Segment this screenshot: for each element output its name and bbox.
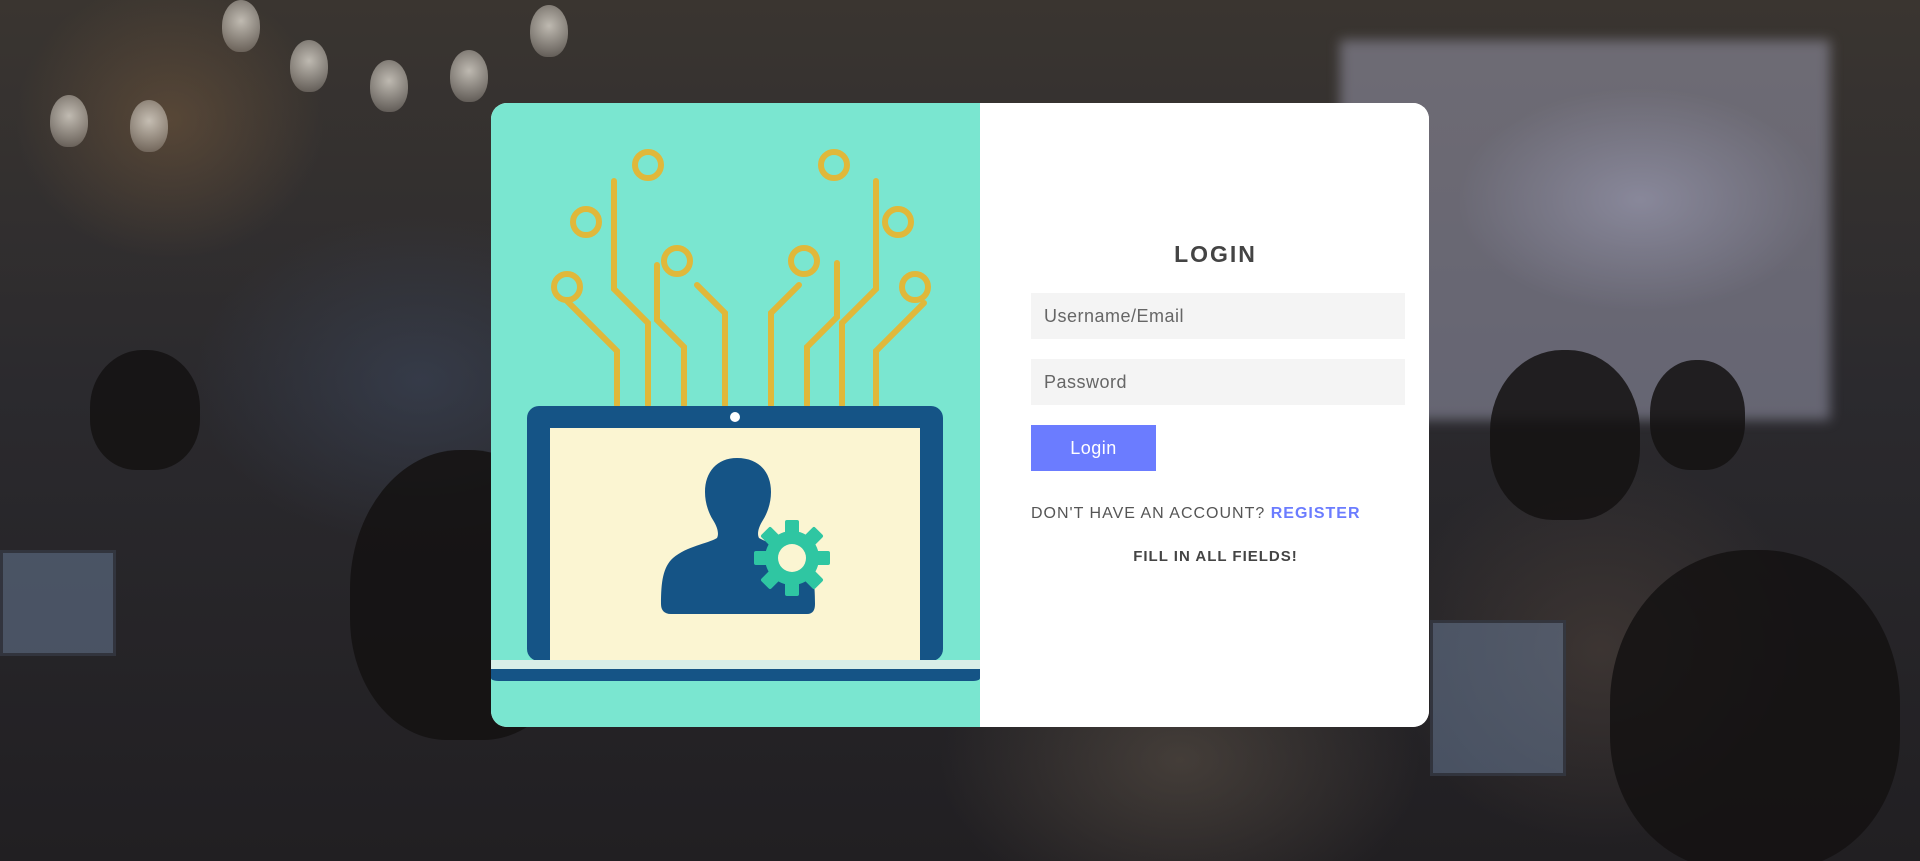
login-title: LOGIN — [1174, 241, 1257, 267]
illustration-panel — [491, 103, 980, 727]
circuit-node — [551, 271, 583, 303]
audience-laptop — [0, 550, 116, 656]
light-bulb — [130, 100, 168, 152]
circuit-trace — [873, 300, 927, 408]
circuit-node — [570, 206, 602, 238]
laptop-user-settings-illustration — [491, 149, 980, 681]
audience-head — [1650, 360, 1745, 470]
login-card: LOGIN Login DON'T HAVE AN ACCOUNT? REGIS… — [491, 103, 1429, 727]
light-bulb — [290, 40, 328, 92]
light-bulb — [222, 0, 260, 52]
status-message: FILL IN ALL FIELDS! — [1133, 548, 1298, 565]
register-link[interactable]: REGISTER — [1271, 505, 1361, 522]
audience-head — [1610, 550, 1900, 861]
circuit-node — [882, 206, 914, 238]
login-button[interactable]: Login — [1031, 425, 1156, 471]
light-bulb — [370, 60, 408, 112]
no-account-text: DON'T HAVE AN ACCOUNT? — [1031, 505, 1266, 522]
circuit-node — [899, 271, 931, 303]
circuit-trace — [654, 262, 687, 408]
light-bulb — [50, 95, 88, 147]
laptop-camera — [730, 412, 740, 422]
password-field[interactable] — [1031, 359, 1405, 405]
audience-laptop — [1430, 620, 1566, 776]
username-email-field[interactable] — [1031, 293, 1405, 339]
laptop-base-edge — [491, 669, 980, 681]
light-bulb — [450, 50, 488, 102]
circuit-trace — [694, 282, 728, 408]
login-form: LOGIN Login DON'T HAVE AN ACCOUNT? REGIS… — [980, 103, 1429, 727]
circuit-node — [788, 245, 820, 277]
circuit-trace — [564, 298, 620, 408]
circuit-trace — [839, 178, 879, 408]
circuit-node — [632, 149, 664, 181]
circuit-trace — [768, 282, 802, 408]
laptop-base — [491, 660, 980, 669]
gear-icon — [754, 520, 830, 596]
audience-head — [90, 350, 200, 470]
circuit-node — [818, 149, 850, 181]
audience-head — [1490, 350, 1640, 520]
register-prompt: DON'T HAVE AN ACCOUNT? REGISTER — [1031, 505, 1361, 523]
circuit-node — [661, 245, 693, 277]
light-bulb — [530, 5, 568, 57]
circuit-trace — [804, 260, 840, 408]
